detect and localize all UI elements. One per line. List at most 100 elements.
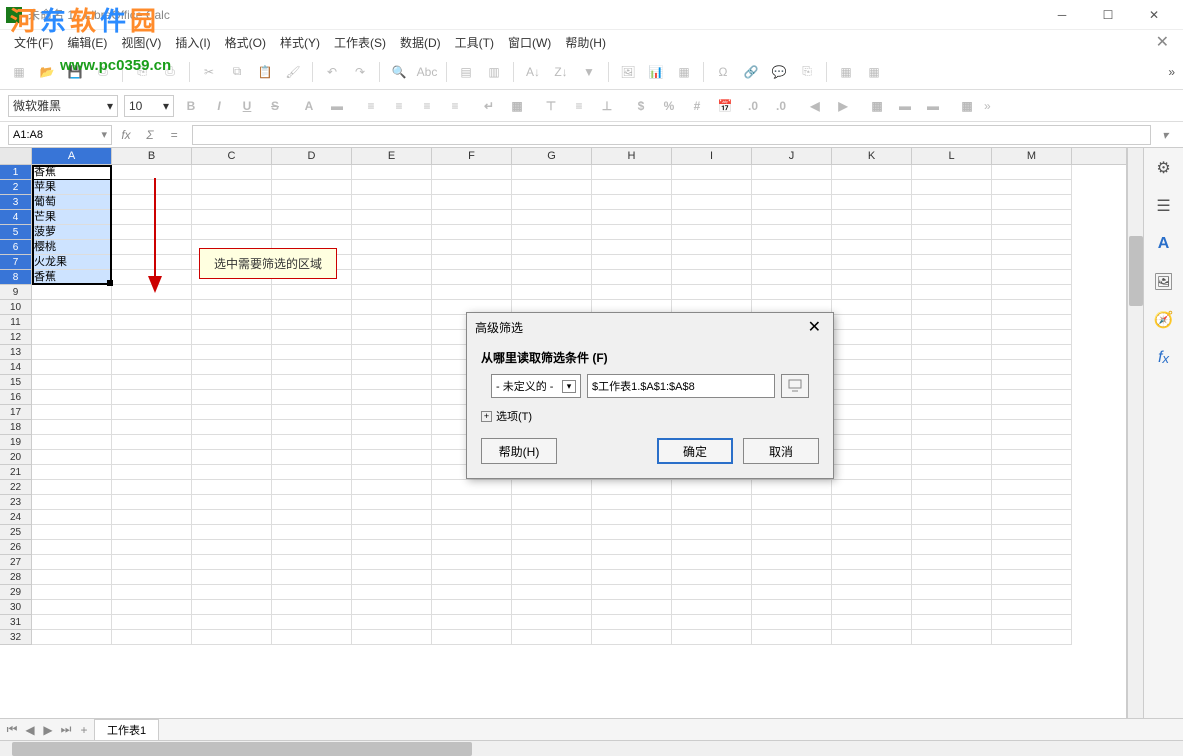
cell-B14[interactable]: [112, 360, 192, 375]
cell-C12[interactable]: [192, 330, 272, 345]
cell-M16[interactable]: [992, 390, 1072, 405]
menu-insert[interactable]: 插入(I): [169, 31, 216, 54]
cell-M29[interactable]: [992, 585, 1072, 600]
cell-D31[interactable]: [272, 615, 352, 630]
cell-A5[interactable]: 菠萝: [32, 225, 112, 240]
number-icon[interactable]: #: [686, 95, 708, 117]
cell-M7[interactable]: [992, 255, 1072, 270]
cell-M17[interactable]: [992, 405, 1072, 420]
cell-B18[interactable]: [112, 420, 192, 435]
save-icon[interactable]: 💾: [64, 61, 86, 83]
function-wizard-icon[interactable]: fx: [116, 125, 136, 145]
cell-G27[interactable]: [512, 555, 592, 570]
cell-M20[interactable]: [992, 450, 1072, 465]
cell-H28[interactable]: [592, 570, 672, 585]
tab-last-icon[interactable]: ⏭: [58, 722, 74, 738]
cell-M19[interactable]: [992, 435, 1072, 450]
horizontal-scrollbar[interactable]: [12, 741, 1103, 756]
row-header-17[interactable]: 17: [0, 405, 32, 420]
column-header-M[interactable]: M: [992, 148, 1072, 164]
navigator-icon[interactable]: 🧭: [1152, 308, 1176, 332]
column-header-H[interactable]: H: [592, 148, 672, 164]
cell-B3[interactable]: [112, 195, 192, 210]
freeze-icon[interactable]: ▦: [835, 61, 857, 83]
menu-file[interactable]: 文件(F): [8, 31, 59, 54]
row-header-25[interactable]: 25: [0, 525, 32, 540]
cell-L5[interactable]: [912, 225, 992, 240]
cell-K1[interactable]: [832, 165, 912, 180]
cell-G23[interactable]: [512, 495, 592, 510]
cell-G25[interactable]: [512, 525, 592, 540]
save-as-icon[interactable]: ⎙: [92, 61, 114, 83]
row-header-11[interactable]: 11: [0, 315, 32, 330]
cell-H30[interactable]: [592, 600, 672, 615]
date-icon[interactable]: 📅: [714, 95, 736, 117]
minimize-button[interactable]: ─: [1039, 0, 1085, 30]
cell-F7[interactable]: [432, 255, 512, 270]
cell-G26[interactable]: [512, 540, 592, 555]
cell-M18[interactable]: [992, 420, 1072, 435]
cell-D21[interactable]: [272, 465, 352, 480]
cell-M32[interactable]: [992, 630, 1072, 645]
cell-E19[interactable]: [352, 435, 432, 450]
cell-B7[interactable]: [112, 255, 192, 270]
cell-K32[interactable]: [832, 630, 912, 645]
cell-E30[interactable]: [352, 600, 432, 615]
cell-H3[interactable]: [592, 195, 672, 210]
menu-sheet[interactable]: 工作表(S): [328, 31, 392, 54]
shrink-range-icon[interactable]: [781, 374, 809, 398]
cell-H8[interactable]: [592, 270, 672, 285]
cell-C21[interactable]: [192, 465, 272, 480]
cell-C25[interactable]: [192, 525, 272, 540]
row-header-24[interactable]: 24: [0, 510, 32, 525]
row-icon[interactable]: ▤: [455, 61, 477, 83]
cell-J23[interactable]: [752, 495, 832, 510]
cell-J2[interactable]: [752, 180, 832, 195]
cell-K30[interactable]: [832, 600, 912, 615]
cell-D30[interactable]: [272, 600, 352, 615]
cell-C9[interactable]: [192, 285, 272, 300]
font-size-selector[interactable]: 10▾: [124, 95, 174, 117]
sidebar-settings-icon[interactable]: ☰: [1152, 194, 1176, 218]
find-icon[interactable]: 🔍: [388, 61, 410, 83]
cell-H5[interactable]: [592, 225, 672, 240]
cell-A1[interactable]: 香蕉: [32, 165, 112, 180]
help-button[interactable]: 帮助(H): [481, 438, 557, 464]
cell-D26[interactable]: [272, 540, 352, 555]
cell-B25[interactable]: [112, 525, 192, 540]
cell-A21[interactable]: [32, 465, 112, 480]
cell-K14[interactable]: [832, 360, 912, 375]
cell-D20[interactable]: [272, 450, 352, 465]
split-icon[interactable]: ▦: [863, 61, 885, 83]
cell-F27[interactable]: [432, 555, 512, 570]
cell-E13[interactable]: [352, 345, 432, 360]
cell-C29[interactable]: [192, 585, 272, 600]
cell-K3[interactable]: [832, 195, 912, 210]
cell-C19[interactable]: [192, 435, 272, 450]
cell-E8[interactable]: [352, 270, 432, 285]
row-header-19[interactable]: 19: [0, 435, 32, 450]
row-header-8[interactable]: 8: [0, 270, 32, 285]
cell-M13[interactable]: [992, 345, 1072, 360]
align-left-icon[interactable]: ≡: [360, 95, 382, 117]
cell-M3[interactable]: [992, 195, 1072, 210]
cell-B1[interactable]: [112, 165, 192, 180]
cell-C20[interactable]: [192, 450, 272, 465]
row-header-12[interactable]: 12: [0, 330, 32, 345]
cell-D32[interactable]: [272, 630, 352, 645]
tab-prev-icon[interactable]: ◀: [22, 722, 38, 738]
cell-B20[interactable]: [112, 450, 192, 465]
cell-K10[interactable]: [832, 300, 912, 315]
cell-K29[interactable]: [832, 585, 912, 600]
cell-A15[interactable]: [32, 375, 112, 390]
cell-I23[interactable]: [672, 495, 752, 510]
cell-L15[interactable]: [912, 375, 992, 390]
cell-L17[interactable]: [912, 405, 992, 420]
cell-D25[interactable]: [272, 525, 352, 540]
cell-E4[interactable]: [352, 210, 432, 225]
align-bottom-icon[interactable]: ⊥: [596, 95, 618, 117]
cell-C17[interactable]: [192, 405, 272, 420]
cell-C24[interactable]: [192, 510, 272, 525]
cell-D17[interactable]: [272, 405, 352, 420]
cell-L22[interactable]: [912, 480, 992, 495]
